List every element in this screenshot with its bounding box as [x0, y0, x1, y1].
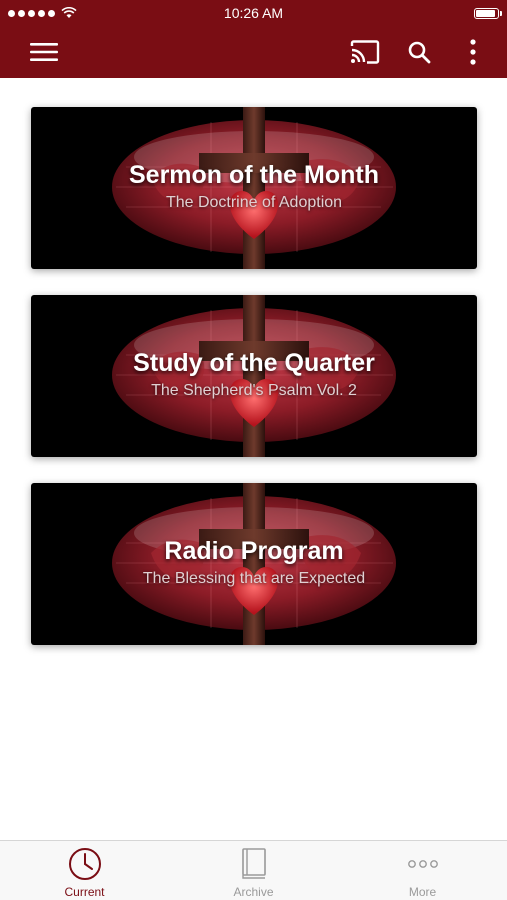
more-options-button[interactable]	[453, 32, 493, 72]
book-icon	[241, 848, 266, 879]
app-bar	[0, 26, 507, 78]
cellular-signal-icon	[8, 9, 55, 17]
clock-icon	[68, 848, 101, 880]
tab-label: Archive	[233, 885, 274, 899]
card-title: Radio Program	[164, 537, 344, 565]
app-bar-actions	[345, 32, 493, 72]
tab-label: Current	[64, 885, 105, 899]
menu-button[interactable]	[24, 32, 64, 72]
cast-icon	[350, 40, 380, 64]
search-icon	[408, 41, 431, 64]
status-bar: 10:26 AM	[0, 0, 507, 26]
card-subtitle: The Shepherd's Psalm Vol. 2	[151, 382, 357, 399]
tab-current[interactable]: Current	[0, 841, 169, 900]
radio-card[interactable]: Radio Program The Blessing that are Expe…	[31, 483, 477, 645]
tab-label: More	[408, 885, 437, 899]
more-vertical-icon	[470, 39, 476, 65]
tab-archive[interactable]: Archive	[169, 841, 338, 900]
content-area: Sermon of the Month The Doctrine of Adop…	[0, 78, 507, 840]
menu-icon	[30, 43, 58, 61]
battery-icon	[474, 7, 502, 19]
card-subtitle: The Doctrine of Adoption	[165, 194, 343, 211]
search-button[interactable]	[399, 32, 439, 72]
wifi-icon	[61, 7, 77, 18]
card-title: Study of the Quarter	[133, 349, 375, 377]
tab-bar: Current Archive More	[0, 840, 507, 900]
card-subtitle: The Blessing that are Expected	[142, 570, 366, 587]
more-horizontal-icon	[407, 860, 438, 868]
tab-more[interactable]: More	[338, 841, 507, 900]
card-title: Sermon of the Month	[129, 161, 379, 189]
cast-button[interactable]	[345, 32, 385, 72]
status-left	[8, 7, 77, 19]
study-card[interactable]: Study of the Quarter The Shepherd's Psal…	[31, 295, 477, 457]
sermon-card[interactable]: Sermon of the Month The Doctrine of Adop…	[31, 107, 477, 269]
battery-fill	[476, 9, 495, 17]
